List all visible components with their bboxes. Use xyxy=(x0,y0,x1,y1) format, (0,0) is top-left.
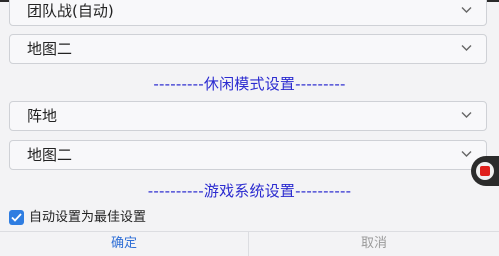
cancel-button[interactable]: 取消 xyxy=(249,232,499,256)
map-select-value: 地图二 xyxy=(27,40,73,58)
confirm-button[interactable]: 确定 xyxy=(0,232,248,256)
chevron-down-icon xyxy=(461,151,472,157)
auto-best-settings-label: 自动设置为最佳设置 xyxy=(29,210,147,225)
leisure-mode-select[interactable]: 阵地 xyxy=(9,101,487,131)
mode-select-value: 团队战(自动) xyxy=(27,2,114,20)
chevron-down-icon xyxy=(461,7,472,13)
auto-best-settings-checkbox[interactable] xyxy=(9,210,24,225)
mode-select[interactable]: 团队战(自动) xyxy=(9,0,487,26)
leisure-mode-section-title: ---------休闲模式设置--------- xyxy=(153,75,346,93)
game-system-section-title: ----------游戏系统设置---------- xyxy=(147,182,352,200)
screen-record-button[interactable] xyxy=(471,156,499,186)
leisure-map-select[interactable]: 地图二 xyxy=(9,140,487,170)
checkmark-icon xyxy=(11,213,22,222)
chevron-down-icon xyxy=(461,112,472,118)
leisure-map-select-value: 地图二 xyxy=(27,146,73,164)
settings-dialog: 团队战(自动) 地图二 ---------休闲模式设置--------- 阵地 … xyxy=(0,0,499,256)
dialog-footer: 确定 取消 xyxy=(0,231,499,256)
map-select[interactable]: 地图二 xyxy=(9,34,487,64)
chevron-down-icon xyxy=(461,45,472,51)
leisure-mode-select-value: 阵地 xyxy=(27,107,58,125)
stop-record-icon xyxy=(480,166,490,176)
